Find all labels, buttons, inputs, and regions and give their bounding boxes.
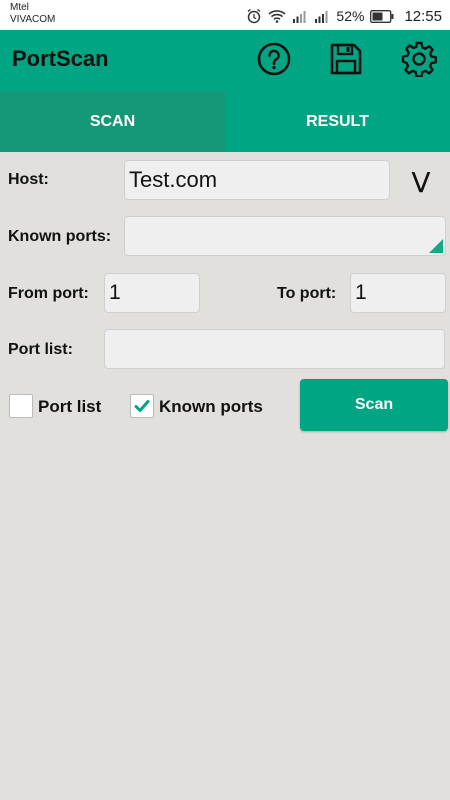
known-ports-label: Known ports: [8,228,112,245]
known-ports-dropdown[interactable] [124,216,446,256]
wifi-icon [268,9,286,23]
help-icon[interactable] [256,41,292,77]
app-bar: PortScan [0,30,450,91]
host-value: Test.com [129,167,218,192]
scan-button[interactable]: Scan [300,379,448,431]
to-port-input[interactable]: 1 [350,273,446,313]
status-icons: 52% 12:55 [246,6,442,26]
signal-icon-2 [314,9,330,23]
battery-percent: 52% [336,8,365,24]
known-ports-checkbox-label: Known ports [159,397,263,416]
host-input[interactable]: Test.com [124,160,390,200]
host-label: Host: [8,171,49,188]
host-dropdown-button[interactable]: V [405,166,437,199]
port-list-input[interactable] [104,329,445,369]
from-port-label: From port: [8,285,89,302]
carrier-2: VIVACOM [10,14,56,25]
to-port-value: 1 [355,281,367,304]
status-bar: Mtel VIVACOM 52% 12:55 [0,0,450,30]
carrier-1: Mtel [10,2,29,13]
app-title: PortScan [12,46,109,71]
port-list-label: Port list: [8,341,73,358]
tab-bar: SCAN RESULT [0,91,450,152]
dropdown-corner-icon [429,239,443,253]
clock: 12:55 [404,7,442,25]
checkmark-icon [134,400,150,412]
known-ports-checkbox[interactable] [130,394,154,418]
alarm-icon [246,8,262,24]
port-list-checkbox-label: Port list [38,397,102,416]
to-port-label: To port: [277,285,337,302]
tab-result[interactable]: RESULT [225,91,450,152]
signal-icon-1 [292,9,308,23]
port-list-checkbox[interactable] [9,394,33,418]
from-port-input[interactable]: 1 [104,273,200,313]
battery-icon [370,9,394,23]
save-icon[interactable] [328,41,364,77]
from-port-value: 1 [109,281,121,304]
settings-icon[interactable] [401,41,437,77]
tab-scan[interactable]: SCAN [0,91,225,152]
carrier-info: Mtel VIVACOM [10,2,55,26]
